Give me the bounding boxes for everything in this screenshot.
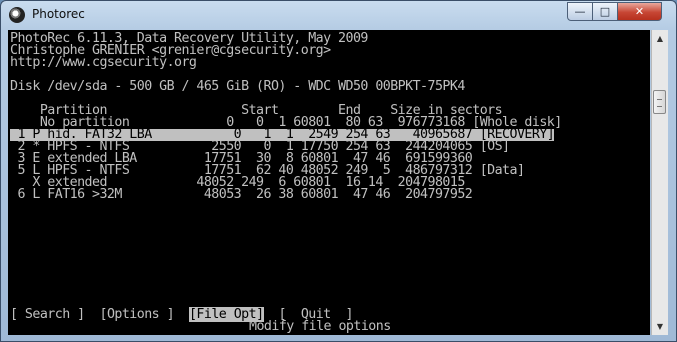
disk-info: Disk /dev/sda - 500 GB / 465 GiB (RO) - …: [10, 79, 465, 94]
close-button[interactable]: ✕: [617, 2, 662, 21]
search-menu-option[interactable]: [ Search ]: [10, 307, 85, 322]
options-menu-option[interactable]: [Options ]: [99, 307, 174, 322]
maximize-button[interactable]: □: [592, 2, 618, 21]
console-area[interactable]: PhotoRec 6.11.3, Data Recovery Utility, …: [8, 30, 650, 335]
title-bar[interactable]: Photorec — □ ✕: [1, 1, 676, 29]
menu-help-text: Modify file options: [249, 319, 391, 334]
photorec-disk-icon: [9, 7, 25, 23]
minimize-button[interactable]: —: [567, 2, 593, 21]
scroll-thumb[interactable]: [653, 90, 666, 114]
scroll-down-arrow-icon[interactable]: ▼: [652, 318, 668, 335]
partition-row[interactable]: 6 L FAT16 >32M 48053 26 38 60801 47 46 2…: [10, 188, 472, 201]
vertical-scrollbar[interactable]: ▲ ▼: [651, 30, 668, 335]
header-line: http://www.cgsecurity.org: [10, 55, 197, 70]
scroll-up-arrow-icon[interactable]: ▲: [652, 30, 668, 47]
photorec-window: Photorec — □ ✕ PhotoRec 6.11.3, Data Rec…: [0, 0, 677, 342]
window-title: Photorec: [32, 7, 85, 21]
